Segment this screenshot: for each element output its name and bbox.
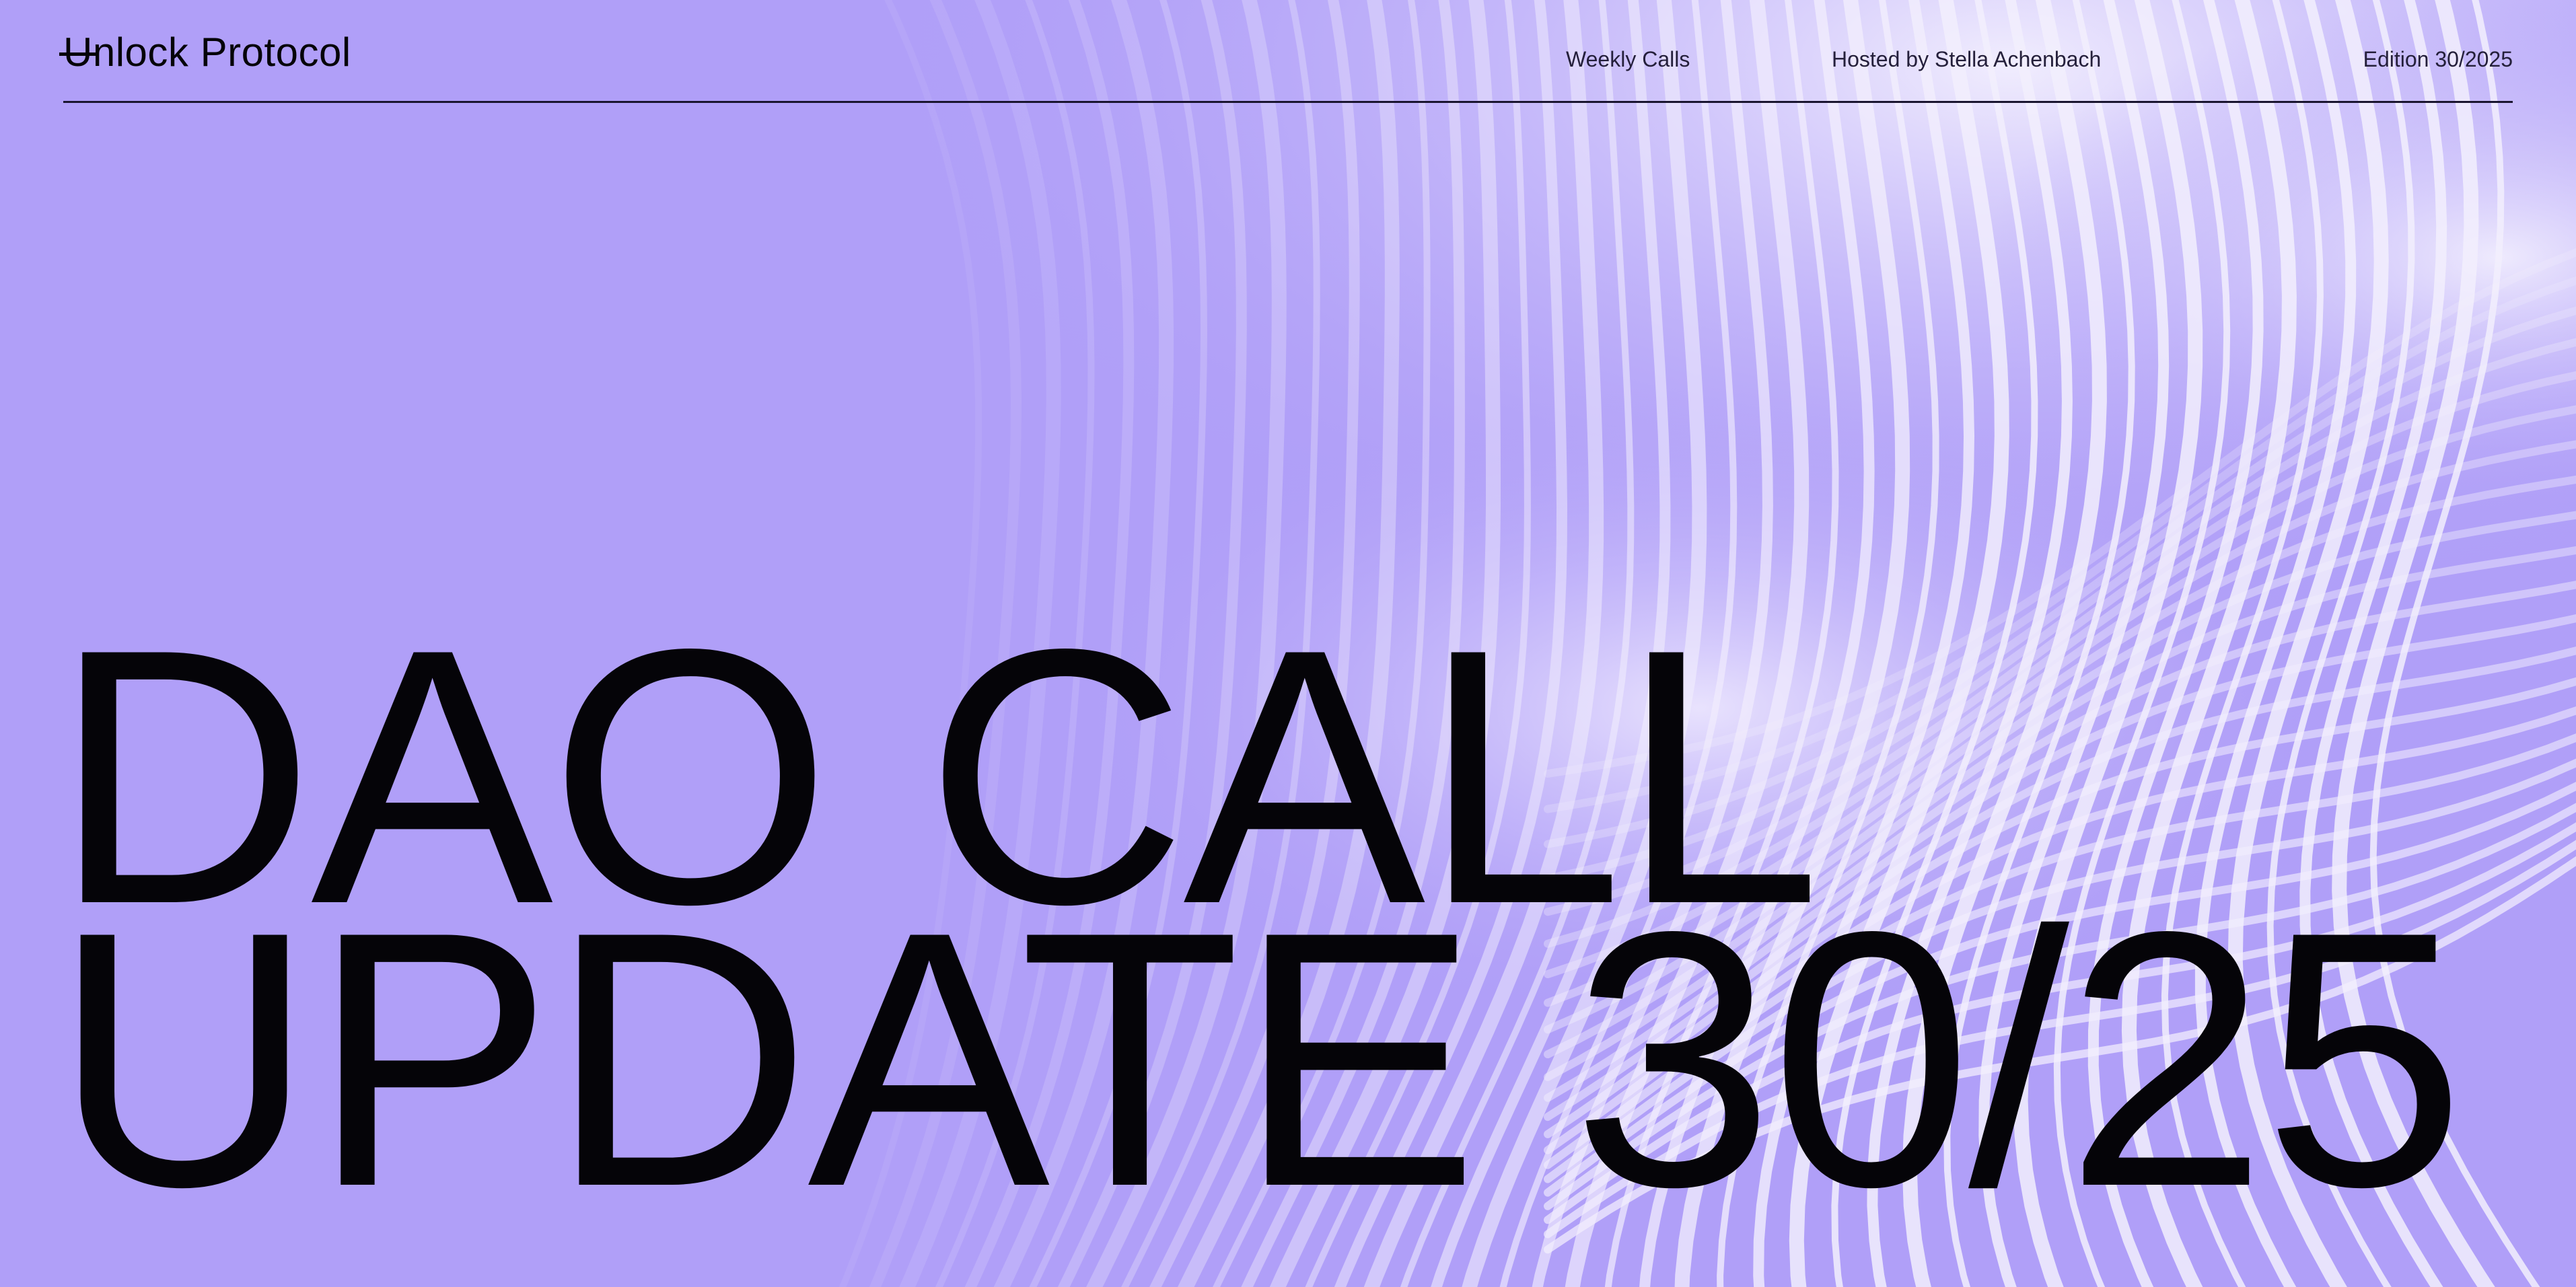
weekly-calls-label: Weekly Calls bbox=[1566, 47, 1690, 71]
headline: DAO CALL UPDATE 30/25 bbox=[52, 595, 2542, 1262]
brand-logo-text: nlock Protocol bbox=[92, 30, 351, 75]
top-header: Unlock Protocol Weekly Calls Hosted by S… bbox=[59, 0, 2513, 103]
brand-logo-mark: U bbox=[59, 28, 97, 77]
brand-logo[interactable]: Unlock Protocol bbox=[59, 28, 351, 77]
host-label: Hosted by Stella Achenbach bbox=[1832, 47, 2102, 71]
headline-line-2: UPDATE 30/25 bbox=[52, 856, 2466, 1262]
edition-label: Edition 30/2025 bbox=[2363, 47, 2513, 71]
